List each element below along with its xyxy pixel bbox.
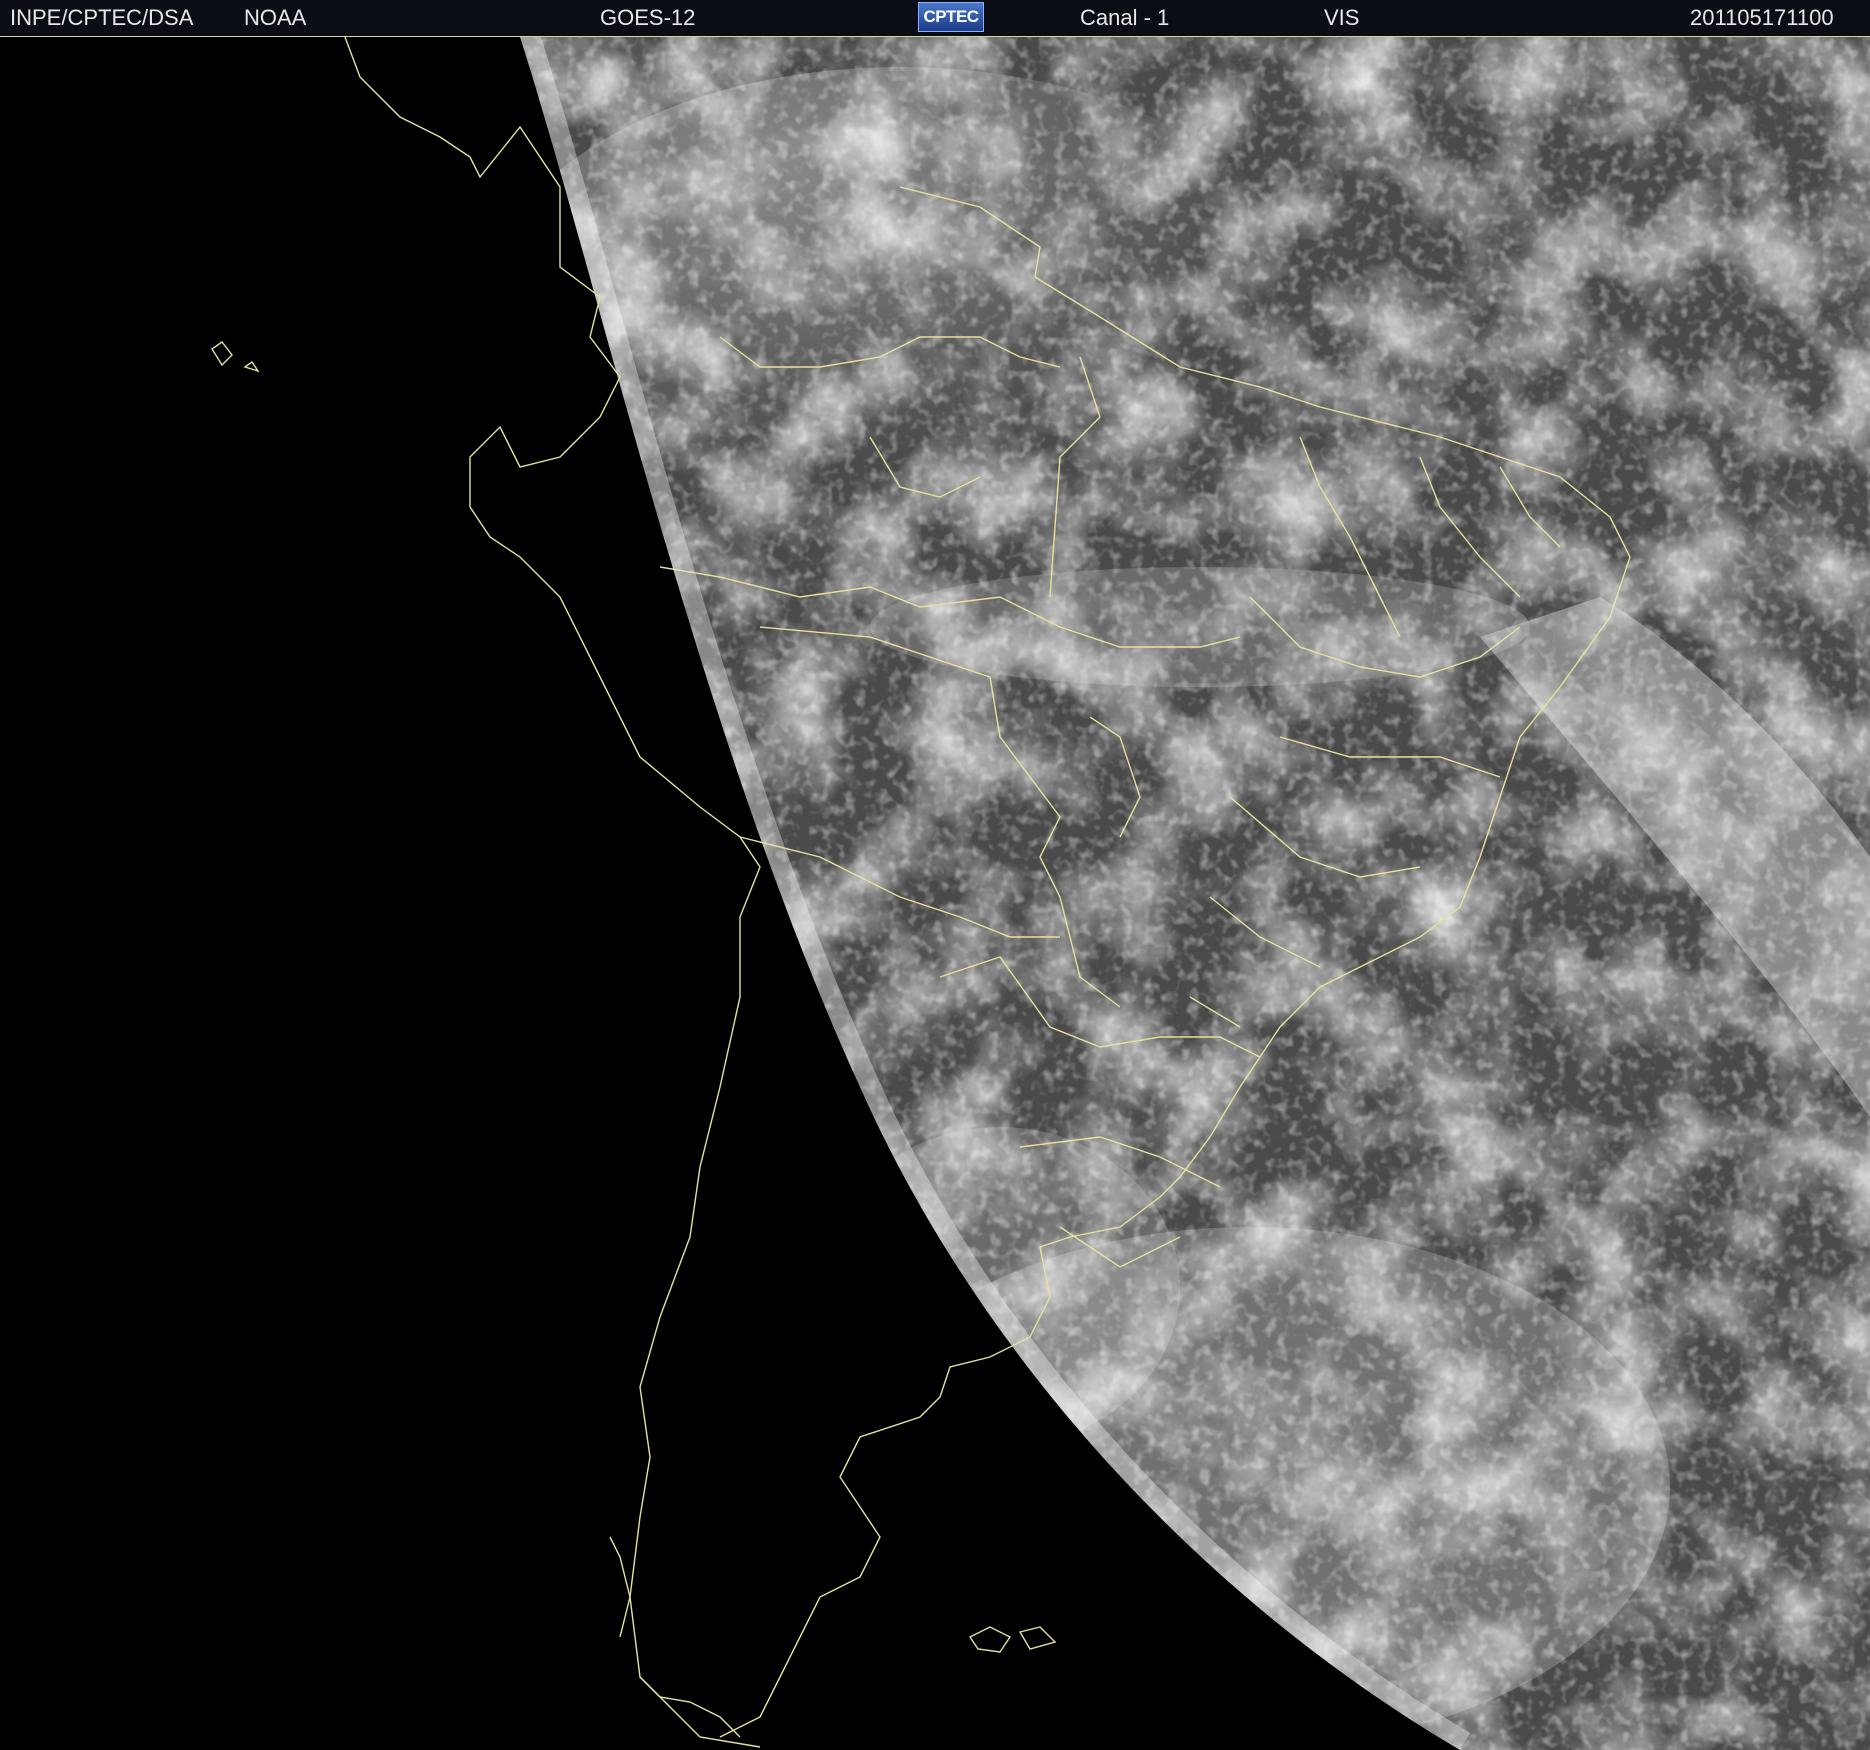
- cptec-logo-text: CPTEC: [923, 7, 979, 26]
- band-label: VIS: [1324, 5, 1360, 30]
- cptec-logo: CPTEC: [918, 2, 984, 32]
- satellite-svg: [0, 37, 1870, 1750]
- satellite-image-frame: INPE/CPTEC/DSA NOAA GOES-12 CPTEC Canal …: [0, 0, 1870, 1750]
- satellite-image: [0, 37, 1870, 1750]
- header-bar: INPE/CPTEC/DSA NOAA GOES-12 CPTEC Canal …: [0, 0, 1870, 37]
- satellite-label: GOES-12: [600, 5, 696, 30]
- institution-label: INPE/CPTEC/DSA: [10, 5, 194, 30]
- agency-label: NOAA: [244, 5, 307, 30]
- timestamp-label: 201105171100: [1690, 5, 1834, 30]
- channel-label: Canal - 1: [1080, 5, 1170, 30]
